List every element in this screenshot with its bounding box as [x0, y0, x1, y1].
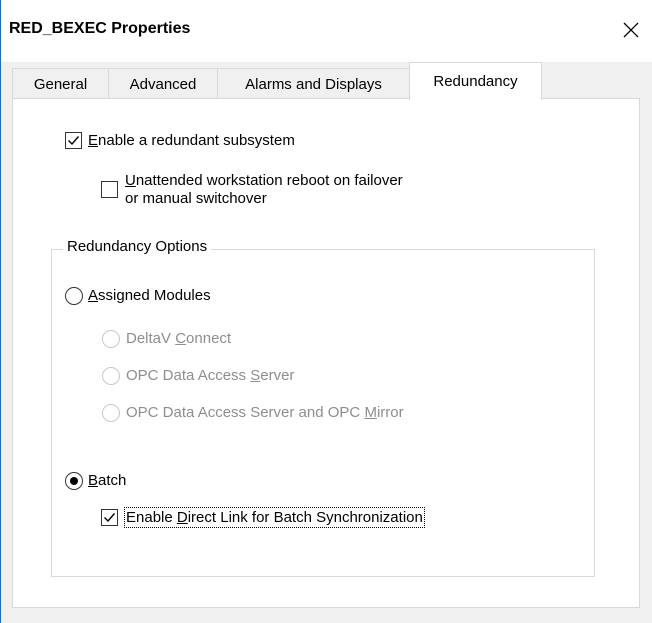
mnemonic-u: U — [125, 172, 136, 189]
mnemonic-m: M — [364, 404, 377, 421]
label-after: irect Link for Batch Synchronization — [187, 509, 423, 526]
label-rest: atch — [98, 472, 127, 489]
enable-redundant-subsystem-checkbox[interactable] — [65, 132, 82, 149]
direct-link-label[interactable]: Enable Direct Link for Batch Synchroniza… — [124, 507, 425, 528]
mnemonic-e: E — [88, 132, 99, 149]
mnemonic-b: B — [88, 472, 99, 489]
tab-alarms-and-displays[interactable]: Alarms and Displays — [217, 68, 410, 99]
batch-radio[interactable] — [65, 472, 83, 490]
title-bar: RED_BEXEC Properties — [1, 0, 652, 62]
mnemonic-s: S — [250, 367, 261, 384]
assigned-modules-radio[interactable] — [65, 287, 83, 305]
tab-advanced-label: Advanced — [129, 75, 197, 93]
label-before: OPC Data Access — [126, 367, 251, 384]
tab-strip: General Advanced Alarms and Displays Red… — [12, 62, 652, 100]
label-rest: nable a redundant subsystem — [98, 132, 295, 149]
label-line2: or manual switchover — [125, 190, 267, 207]
radio-selected-dot — [70, 477, 78, 485]
redundancy-options-title: Redundancy Options — [63, 238, 212, 255]
mnemonic-c: C — [175, 330, 187, 347]
tab-redundancy[interactable]: Redundancy — [409, 62, 542, 100]
label-before: DeltaV — [126, 330, 176, 347]
direct-link-checkbox[interactable] — [101, 509, 118, 526]
mnemonic-d: D — [176, 509, 188, 526]
label-line1: nattended workstation reboot on failover — [135, 172, 403, 189]
assigned-modules-label[interactable]: Assigned Modules — [88, 287, 211, 304]
label-after: onnect — [186, 330, 232, 347]
close-icon — [623, 22, 639, 38]
checkmark-icon — [104, 513, 116, 523]
deltav-connect-radio[interactable] — [102, 330, 120, 348]
label-after: erver — [260, 367, 295, 384]
checkmark-icon — [68, 136, 80, 146]
label-before: OPC Data Access Server and OPC — [126, 404, 365, 421]
enable-redundant-subsystem-label[interactable]: Enable a redundant subsystem — [88, 132, 295, 149]
tab-redundancy-label: Redundancy — [433, 73, 518, 90]
label-rest: ssigned Modules — [98, 287, 211, 304]
opc-data-access-server-label[interactable]: OPC Data Access Server — [126, 367, 294, 384]
window-title: RED_BEXEC Properties — [9, 20, 191, 37]
redundancy-panel: Enable a redundant subsystem Unattended … — [12, 98, 640, 608]
opc-server-and-mirror-radio[interactable] — [102, 404, 120, 422]
tab-general-label: General — [33, 75, 88, 93]
mnemonic-a: A — [88, 287, 99, 304]
tab-advanced[interactable]: Advanced — [108, 68, 218, 99]
opc-server-and-mirror-label[interactable]: OPC Data Access Server and OPC Mirror — [126, 404, 404, 421]
properties-dialog: RED_BEXEC Properties General Advanced Al… — [0, 0, 652, 623]
label-after: irror — [376, 404, 404, 421]
deltav-connect-label[interactable]: DeltaV Connect — [126, 330, 231, 347]
opc-data-access-server-radio[interactable] — [102, 367, 120, 385]
label-before: Enable — [126, 509, 177, 526]
tab-alarms-label: Alarms and Displays — [245, 75, 382, 93]
unattended-reboot-checkbox[interactable] — [101, 181, 118, 198]
batch-label[interactable]: Batch — [88, 472, 126, 489]
tab-general[interactable]: General — [12, 68, 109, 99]
close-button[interactable] — [614, 13, 648, 47]
unattended-reboot-label[interactable]: Unattended workstation reboot on failove… — [125, 172, 403, 208]
